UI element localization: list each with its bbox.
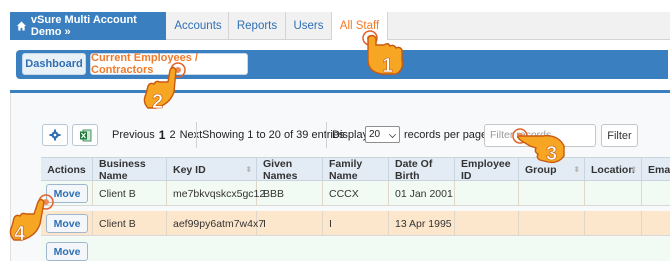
subnav-dashboard[interactable]: Dashboard [22, 53, 86, 75]
callout-number: 3 [546, 143, 557, 165]
column-location-label: Location [591, 164, 635, 176]
key-id-cell: me7bkvqskcx5gc12 [167, 181, 265, 206]
filter-button[interactable]: Filter [601, 124, 638, 147]
toolbar-divider [326, 122, 327, 148]
column-location[interactable]: Location ⬍ [585, 158, 642, 182]
page-size-select[interactable]: 20 [365, 126, 400, 143]
display-label: Display [332, 129, 369, 141]
sort-icon: ⬍ [630, 165, 637, 174]
showing-entries: Showing 1 to 20 of 39 entries [202, 129, 345, 141]
pointer-hand-icon: 2 [143, 62, 186, 113]
location-cell [585, 181, 642, 206]
column-date-of-birth-label: Date Of Birth [395, 158, 433, 182]
sort-icon: ⬍ [573, 165, 580, 174]
family-name-cell: CCCX [323, 181, 389, 206]
column-given-names-label: Given Names [263, 158, 298, 182]
group-cell [519, 181, 585, 206]
callout-number: 2 [152, 91, 163, 113]
table-row: Move Client B aef99py6atm7w4x7 I I 13 Ap… [41, 211, 670, 236]
previous-link[interactable]: Previous [112, 129, 155, 141]
top-navbar: vSure Multi Account Demo » Accounts Repo… [10, 12, 670, 40]
next-link[interactable]: Next [180, 129, 203, 141]
pointer-hand-icon: 1 [362, 30, 404, 77]
column-email-label: Email [648, 164, 670, 176]
brand-link[interactable]: vSure Multi Account Demo » [10, 12, 166, 40]
callout-number: 4 [14, 223, 26, 245]
location-cell [585, 211, 642, 236]
tab-users[interactable]: Users [286, 12, 332, 40]
gear-icon [49, 129, 61, 141]
home-icon [16, 21, 26, 31]
sort-icon: ⬍ [245, 165, 252, 174]
column-business-name-label: Business Name [99, 158, 146, 182]
table-row: Move [41, 237, 670, 261]
key-id-cell: aef99py6atm7w4x7 [167, 211, 264, 236]
records-label: records per page [404, 129, 488, 141]
family-name-cell: I [323, 211, 389, 236]
business-name-cell: Client B [93, 181, 167, 206]
page-size-value: 20 [369, 129, 381, 140]
business-name-cell: Client B [93, 211, 167, 236]
dob-cell: 13 Apr 1995 [389, 211, 455, 236]
chevron-down-icon [389, 131, 396, 138]
column-family-name-label: Family Name [329, 158, 363, 182]
given-names-cell: I [257, 211, 323, 236]
given-names-cell: BBB [257, 181, 323, 206]
pointer-hand-icon: 3 [512, 128, 565, 165]
page-1[interactable]: 1 [159, 128, 166, 142]
page-2[interactable]: 2 [169, 129, 175, 141]
sub-navbar: Dashboard Current Employees / Contractor… [16, 50, 668, 79]
pointer-hand-icon: 4 [9, 194, 54, 245]
pagination: Previous 1 2 Next [112, 128, 202, 142]
table-row: Move Client B me7bkvqskcx5gc12 BBB CCCX … [41, 181, 670, 206]
column-given-names[interactable]: Given Names [257, 158, 323, 182]
table-header: Actions Business Name Key ID ⬍ Given Name… [41, 157, 670, 182]
tab-accounts[interactable]: Accounts [168, 12, 229, 40]
settings-button[interactable] [42, 124, 68, 146]
column-family-name[interactable]: Family Name [323, 158, 389, 182]
group-cell [519, 211, 585, 236]
toolbar-divider [196, 122, 197, 148]
column-actions: Actions [41, 158, 93, 182]
tab-reports[interactable]: Reports [229, 12, 286, 40]
employee-id-cell [455, 211, 519, 236]
column-business-name[interactable]: Business Name [93, 158, 167, 182]
export-excel-button[interactable] [72, 124, 98, 146]
employee-id-cell [455, 181, 519, 206]
column-date-of-birth[interactable]: Date Of Birth [389, 158, 455, 182]
column-key-id-label: Key ID [173, 164, 206, 176]
callout-number: 1 [382, 55, 393, 77]
brand-label: vSure Multi Account Demo » [30, 14, 137, 38]
column-email[interactable]: Email [642, 158, 670, 182]
excel-icon [79, 129, 91, 141]
dob-cell: 01 Jan 2001 [389, 181, 455, 206]
column-key-id[interactable]: Key ID ⬍ [167, 158, 257, 182]
